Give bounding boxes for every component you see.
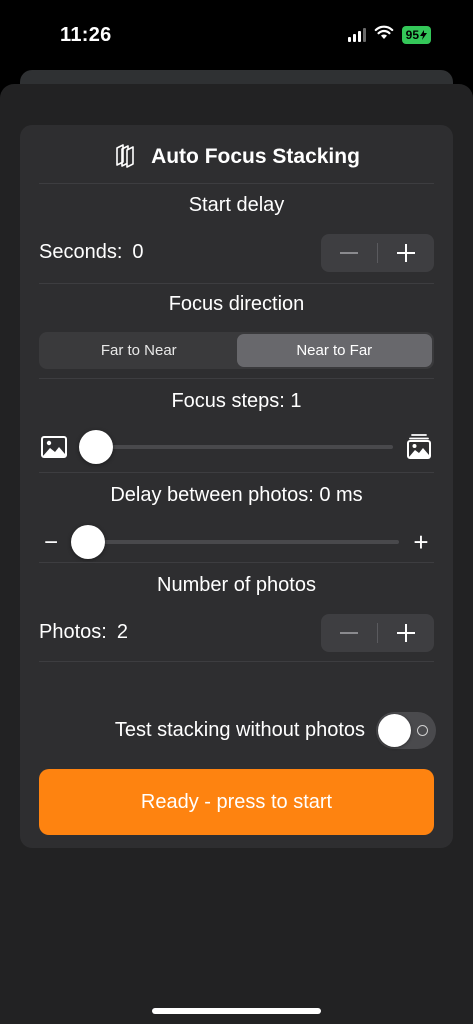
- photos-row: Photos: 2: [39, 621, 128, 644]
- delay-decrease-button[interactable]: −: [40, 529, 62, 556]
- focus-steps-title: Focus steps: 1: [171, 390, 302, 412]
- photos-increment-button[interactable]: [378, 614, 434, 652]
- battery-icon: 95: [401, 26, 431, 44]
- plus-icon: [397, 624, 415, 642]
- toggle-off-indicator: [417, 725, 428, 736]
- divider: [39, 472, 434, 473]
- seconds-row: Seconds: 0: [39, 241, 144, 264]
- divider: [39, 661, 434, 662]
- test-stacking-label: Test stacking without photos: [114, 719, 365, 741]
- start-delay-title: Start delay: [188, 194, 285, 216]
- delay-between-slider[interactable]: [88, 540, 399, 544]
- status-bar: 11:26 95: [0, 0, 473, 60]
- photos-label: Photos:: [39, 621, 107, 643]
- photo-stack-icon[interactable]: [406, 432, 432, 460]
- stack-icon: [113, 142, 139, 173]
- photo-icon[interactable]: [40, 434, 68, 460]
- divider: [39, 183, 434, 184]
- seconds-label: Seconds:: [39, 241, 123, 263]
- far-to-near-option[interactable]: Far to Near: [41, 334, 237, 367]
- minus-icon: [340, 252, 358, 254]
- focus-stacking-panel: Auto Focus Stacking Start delay Seconds:…: [20, 125, 453, 848]
- seconds-decrement-button[interactable]: [321, 234, 377, 272]
- photos-stepper[interactable]: [321, 614, 434, 652]
- seconds-increment-button[interactable]: [378, 234, 434, 272]
- divider: [39, 283, 434, 284]
- divider: [39, 562, 434, 563]
- photos-value: 2: [116, 621, 128, 643]
- home-indicator[interactable]: [152, 1008, 321, 1014]
- wifi-icon: [374, 25, 394, 45]
- seconds-value: 0: [132, 241, 144, 263]
- status-time: 11:26: [60, 24, 112, 46]
- delay-between-slider-thumb[interactable]: [71, 525, 105, 559]
- focus-direction-control[interactable]: Far to Near Near to Far: [39, 332, 434, 369]
- panel-title: Auto Focus Stacking: [151, 145, 360, 168]
- number-of-photos-title: Number of photos: [157, 574, 316, 596]
- signal-icon: [347, 28, 366, 42]
- seconds-stepper[interactable]: [321, 234, 434, 272]
- plus-icon: [397, 244, 415, 262]
- near-to-far-option[interactable]: Near to Far: [236, 334, 432, 367]
- photos-decrement-button[interactable]: [321, 614, 377, 652]
- delay-increase-button[interactable]: +: [410, 527, 432, 557]
- focus-steps-slider-thumb[interactable]: [79, 430, 113, 464]
- panel-header: Auto Focus Stacking: [20, 143, 453, 171]
- delay-between-title: Delay between photos: 0 ms: [110, 484, 363, 506]
- minus-icon: [340, 632, 358, 634]
- focus-steps-slider[interactable]: [96, 445, 393, 449]
- status-icons: 95: [347, 25, 431, 45]
- test-stacking-toggle[interactable]: [376, 712, 436, 749]
- divider: [39, 378, 434, 379]
- battery-level: 95: [405, 28, 419, 42]
- toggle-knob: [378, 714, 411, 747]
- focus-direction-title: Focus direction: [168, 293, 305, 315]
- start-button[interactable]: Ready - press to start: [39, 769, 434, 835]
